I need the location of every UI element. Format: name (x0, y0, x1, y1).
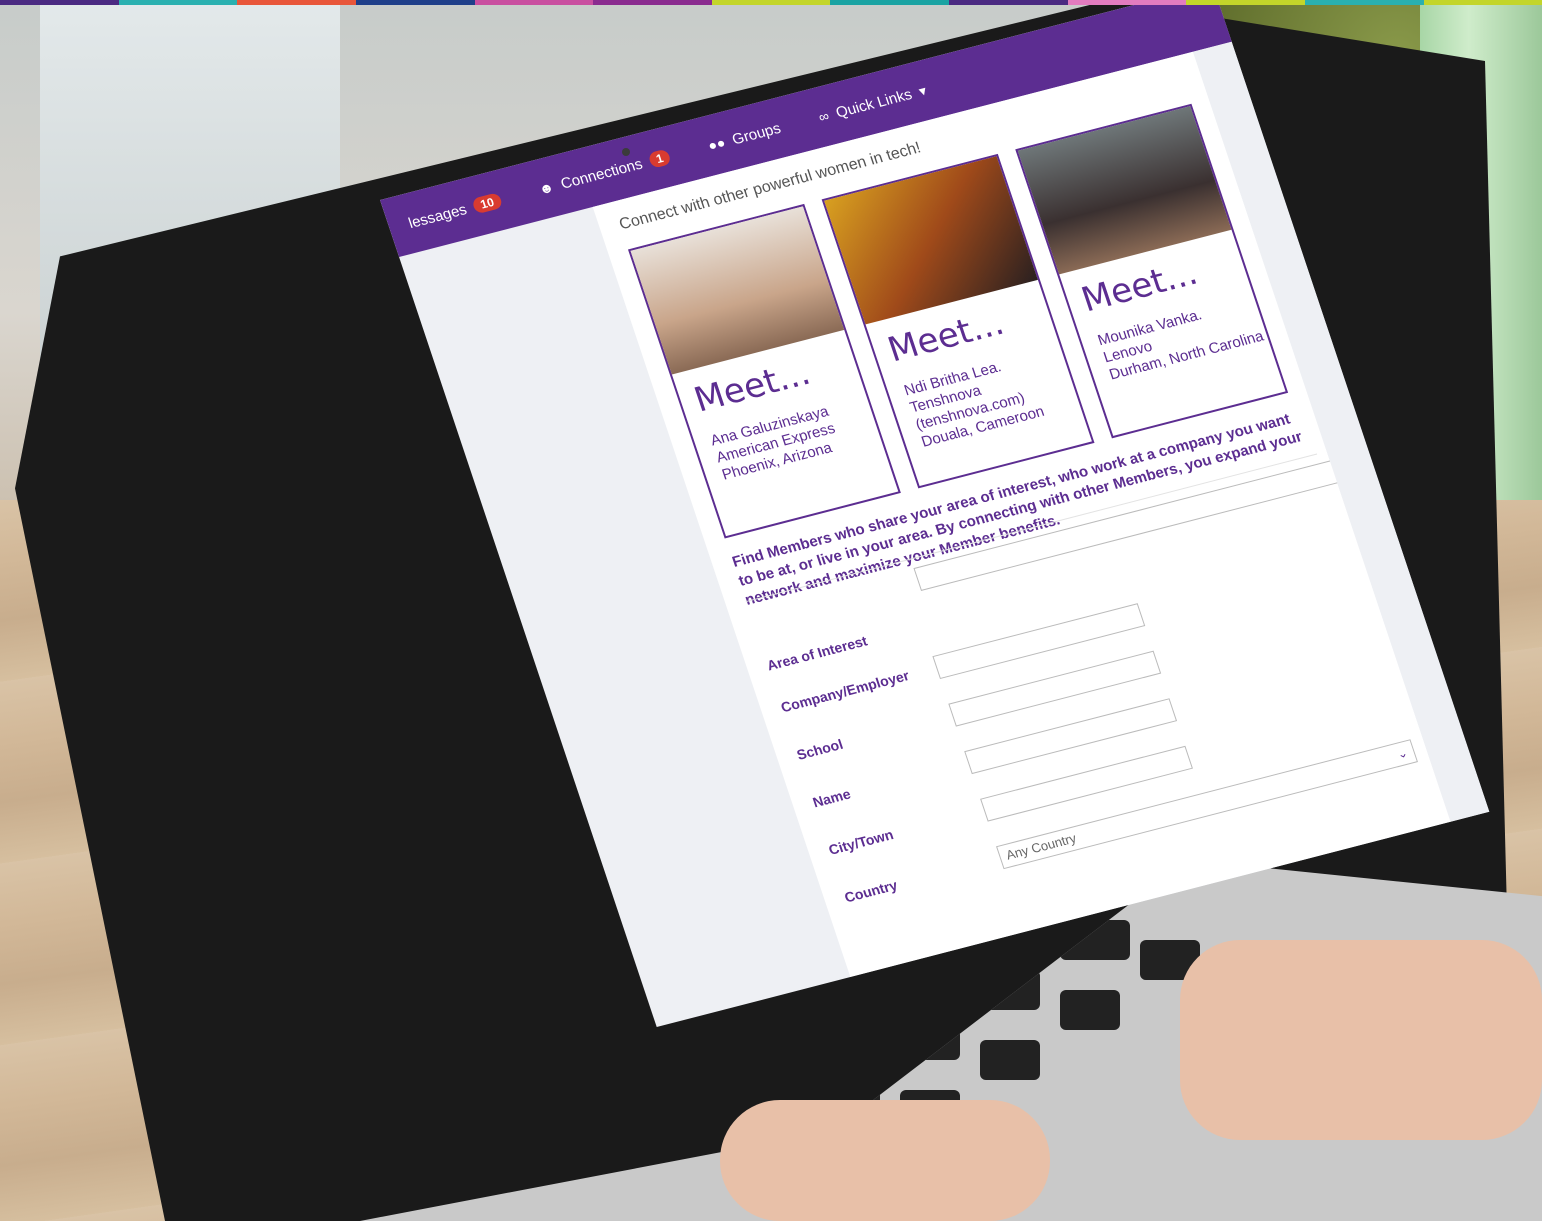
stripe-segment (593, 0, 653, 5)
nav-quick-links[interactable]: ∞ Quick Links ▾ (816, 82, 928, 126)
add-person-icon: ☻ (536, 178, 556, 198)
messages-label: lessages (406, 200, 469, 232)
webcam (622, 148, 630, 156)
member-photo (824, 156, 1038, 325)
caret-down-icon: ▾ (916, 81, 929, 99)
company-label: Company/Employer (778, 667, 912, 716)
stripe-segment (533, 0, 594, 5)
stripe-segment (118, 0, 178, 5)
member-photo (1017, 106, 1232, 275)
stripe-segment (652, 0, 712, 5)
groups-label: Groups (729, 119, 783, 148)
stripe-segment (237, 0, 297, 5)
stripe-segment (1008, 0, 1068, 5)
stripe-segment (355, 0, 416, 5)
school-label: School (794, 735, 845, 763)
stripe-segment (771, 0, 831, 5)
member-photo (630, 206, 845, 375)
left-hand (720, 1100, 1050, 1221)
right-hand (1180, 940, 1542, 1140)
stripe-segment (1186, 0, 1246, 5)
stripe-segment (415, 0, 475, 5)
link-icon: ∞ (816, 107, 832, 126)
nav-groups[interactable]: ●● Groups (706, 119, 783, 154)
nav-messages[interactable]: lessages 10 (406, 192, 504, 232)
stripe-segment (1423, 0, 1483, 5)
color-stripe-bar (0, 0, 1542, 5)
group-icon: ●● (705, 134, 728, 154)
stripe-segment (1245, 0, 1305, 5)
quicklinks-label: Quick Links (833, 85, 915, 122)
stripe-segment (711, 0, 772, 5)
connections-label: Connections (558, 155, 645, 193)
country-select-value: Any Country (1004, 830, 1079, 863)
stripe-segment (1482, 0, 1542, 5)
chevron-down-icon: ⌄ (1395, 745, 1410, 762)
stripe-segment (1304, 0, 1365, 5)
name-label: Name (810, 785, 853, 811)
stripe-segment (1126, 0, 1187, 5)
city-label: City/Town (826, 826, 896, 858)
stripe-segment (296, 0, 356, 5)
keyboard-key (980, 1040, 1040, 1080)
country-label: Country (842, 876, 900, 906)
connections-badge: 1 (647, 148, 673, 169)
stripe-segment (1364, 0, 1424, 5)
stripe-segment (0, 0, 60, 5)
stripe-segment (474, 0, 534, 5)
stripe-segment (830, 0, 890, 5)
stripe-segment (889, 0, 949, 5)
stripe-segment (949, 0, 1009, 5)
stripe-segment (1067, 0, 1127, 5)
keyboard-key (1060, 990, 1120, 1030)
messages-badge: 10 (471, 192, 504, 215)
stripe-segment (59, 0, 119, 5)
stripe-segment (177, 0, 238, 5)
